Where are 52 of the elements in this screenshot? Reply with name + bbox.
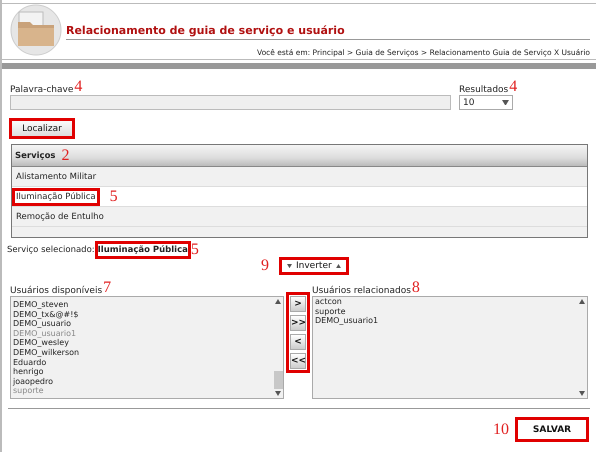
list-item[interactable]: actcon xyxy=(315,297,575,307)
scroll-up-icon xyxy=(579,299,585,304)
invert-button[interactable]: Inverter xyxy=(281,259,347,273)
save-button[interactable]: SALVAR xyxy=(517,419,587,440)
find-button[interactable]: Localizar xyxy=(11,120,73,137)
callout-number: 9 xyxy=(261,258,269,274)
list-item[interactable]: suporte xyxy=(315,306,575,316)
list-item[interactable]: henrigo xyxy=(13,367,272,377)
field-label: Palavra-chave xyxy=(10,85,74,95)
caret-icon xyxy=(502,100,509,106)
move-button[interactable]: >> xyxy=(290,315,306,331)
field-label: Serviço selecionado: xyxy=(7,245,95,255)
keyword-input[interactable] xyxy=(10,95,451,110)
list-item[interactable]: DEMO_wilkerson xyxy=(13,348,272,358)
service-name: Alistamento Militar xyxy=(15,170,98,184)
column-header: Serviços xyxy=(15,150,56,160)
selected-service-value: Iluminação Pública xyxy=(96,243,189,257)
page-title: Relacionamento de guia de serviço e usuário xyxy=(66,24,590,40)
related-users-list[interactable]: actcon suporte DEMO_usuario1 xyxy=(312,296,588,399)
move-button[interactable]: > xyxy=(290,296,306,312)
list-item[interactable]: DEMO_steven xyxy=(13,300,272,310)
results-select[interactable]: 10 xyxy=(459,95,513,110)
callout-number: 7 xyxy=(103,280,112,296)
service-name: Iluminação Pública xyxy=(14,190,98,204)
service-name: Remoção de Entulho xyxy=(15,210,105,224)
table-row[interactable]: Iluminação Pública 5 xyxy=(12,187,587,207)
list-item[interactable]: DEMO_usuario xyxy=(13,319,272,329)
list-item[interactable]: Eduardo xyxy=(13,358,272,368)
callout-number: 4 xyxy=(74,79,82,95)
callout-number: 4 xyxy=(509,79,518,95)
list-item[interactable]: DEMO_usuario1 xyxy=(315,316,575,326)
callout-number: 10 xyxy=(493,422,509,438)
list-label: Usuários disponíveis xyxy=(10,286,102,296)
list-label: Usuários relacionados xyxy=(312,286,411,296)
scroll-down-icon xyxy=(579,391,585,396)
scroll-down-icon xyxy=(275,391,282,396)
table-row[interactable]: Remoção de Entulho xyxy=(12,207,587,227)
list-item[interactable]: DEMO_wesley xyxy=(13,338,272,348)
table-row[interactable]: Alistamento Militar xyxy=(12,167,587,187)
scrollbar-thumb[interactable] xyxy=(274,371,283,389)
list-item[interactable]: DEMO_tx&@#!$ xyxy=(13,310,272,320)
up-arrow-icon xyxy=(336,264,341,268)
callout-number: 2 xyxy=(61,148,70,164)
move-button[interactable]: < xyxy=(290,334,306,350)
down-arrow-icon xyxy=(287,264,292,268)
field-label: Resultados xyxy=(459,85,508,95)
callout-number: 5 xyxy=(190,242,199,258)
list-item[interactable]: joaopedro xyxy=(13,376,272,386)
move-button[interactable]: << xyxy=(290,353,306,369)
scroll-up-icon xyxy=(275,299,282,304)
callout-number: 8 xyxy=(412,280,420,296)
callout-number: 5 xyxy=(110,188,118,204)
